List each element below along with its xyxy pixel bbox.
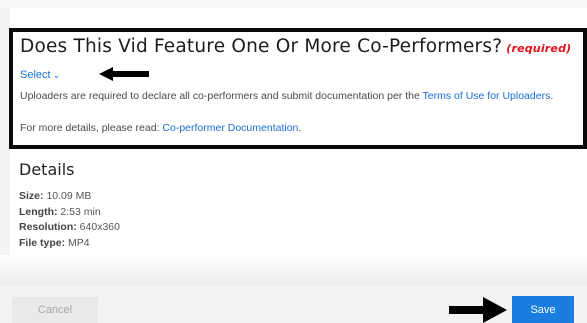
detail-row-resolution: Resolution: 640x360	[19, 220, 120, 236]
detail-label: Resolution:	[19, 221, 77, 233]
card-bottom-fade	[0, 255, 587, 285]
documentation-info-text: For more details, please read: Co-perfor…	[20, 121, 301, 135]
detail-value: MP4	[68, 236, 90, 249]
co-performer-select-dropdown[interactable]: Select ⌄	[20, 69, 60, 81]
cancel-button[interactable]: Cancel	[12, 297, 98, 323]
select-label: Select	[20, 69, 51, 81]
detail-row-length: Length: 2:53 min	[19, 205, 120, 221]
detail-label: Size:	[19, 190, 44, 202]
co-performer-documentation-link[interactable]: Co-performer Documentation	[162, 122, 298, 134]
detail-value: 2:53 min	[60, 205, 101, 218]
details-section: Details Size: 10.09 MB Length: 2:53 min …	[19, 160, 120, 251]
question-title: Does This Vid Feature One Or More Co-Per…	[20, 36, 571, 57]
details-heading: Details	[19, 160, 75, 179]
info-text-2: For more details, please read:	[20, 122, 163, 134]
detail-value: 640x360	[79, 221, 120, 233]
info-text-1-end: .	[550, 90, 554, 102]
detail-label: File type:	[19, 236, 66, 249]
question-title-text: Does This Vid Feature One Or More Co-Per…	[20, 36, 503, 57]
detail-label: Length:	[19, 205, 58, 218]
info-text-2-end: .	[298, 122, 302, 134]
terms-of-use-link[interactable]: Terms of Use for Uploaders	[423, 90, 551, 102]
top-strip	[0, 0, 587, 8]
required-label: (required)	[506, 42, 572, 55]
detail-row-file-type: File type: MP4	[19, 236, 120, 252]
arrow-right-icon	[449, 297, 507, 323]
detail-row-size: Size: 10.09 MB	[19, 189, 120, 205]
arrow-left-icon	[99, 67, 149, 81]
co-performer-question-box: Does This Vid Feature One Or More Co-Per…	[9, 28, 587, 149]
co-performer-info-text: Uploaders are required to declare all co…	[20, 89, 580, 103]
detail-value: 10.09 MB	[46, 190, 92, 202]
chevron-down-icon: ⌄	[52, 70, 61, 80]
info-text-1: Uploaders are required to declare all co…	[20, 90, 423, 102]
save-button[interactable]: Save	[512, 296, 574, 323]
